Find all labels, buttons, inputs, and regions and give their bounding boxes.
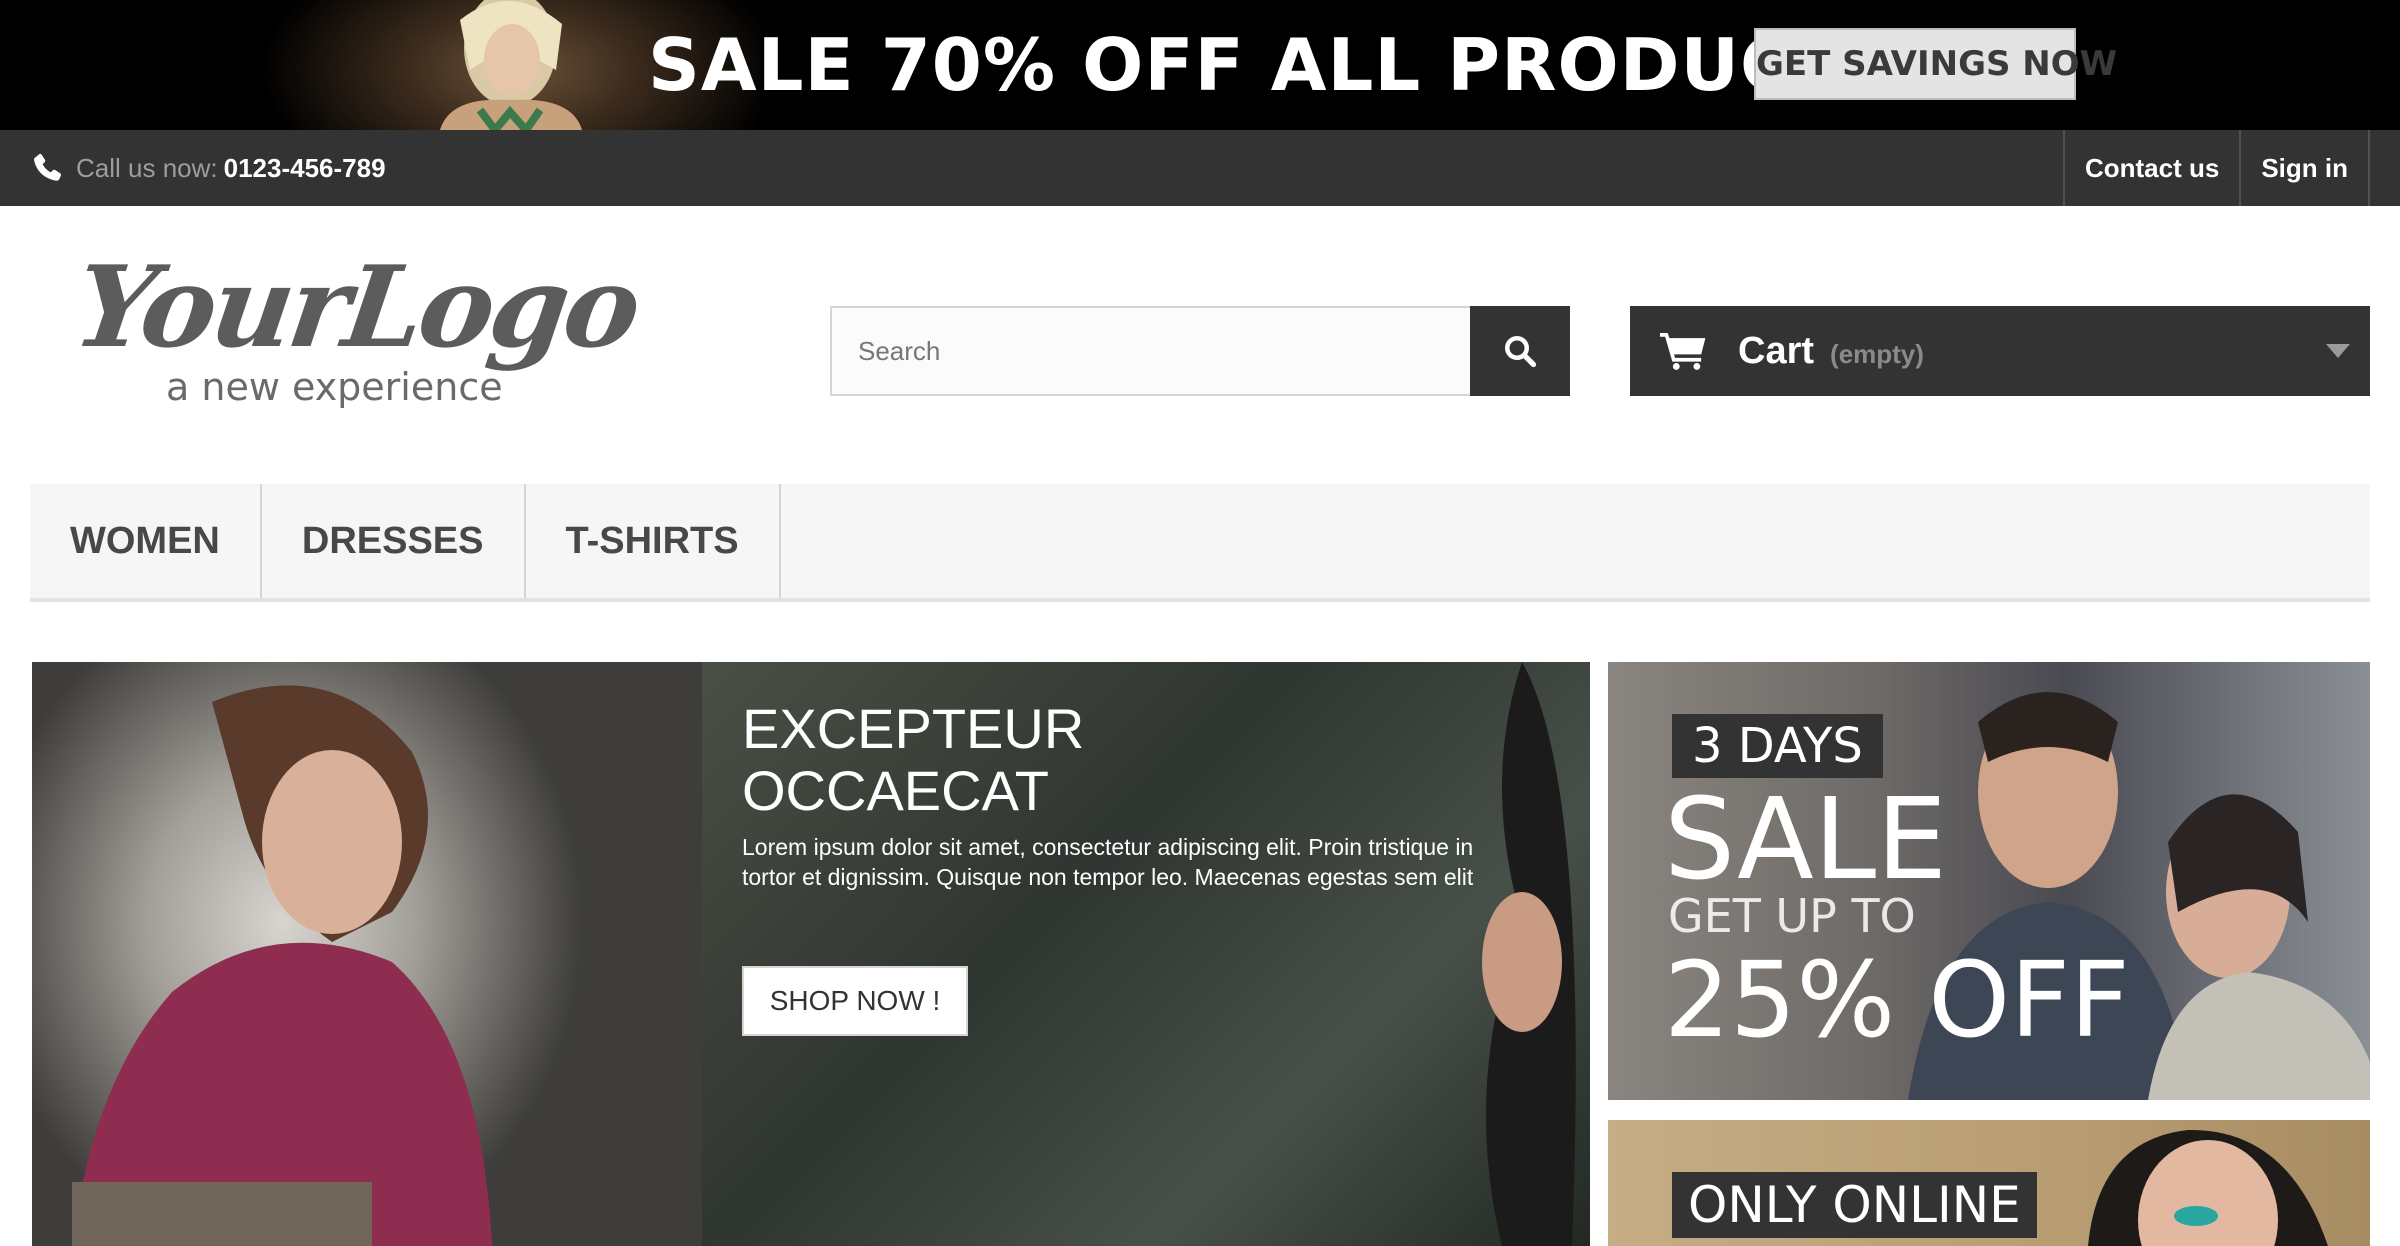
main-menu: WOMEN DRESSES T-SHIRTS (30, 484, 2370, 602)
call-us: Call us now: 0123-456-789 (30, 130, 386, 206)
slide-title: EXCEPTEUR OCCAECAT (742, 697, 1085, 822)
promo-headline: SALE 70% OFF ALL PRODUCTS (648, 23, 1897, 107)
menu-item-women[interactable]: WOMEN (30, 484, 262, 598)
phone-icon (34, 153, 62, 181)
online-badge: ONLY ONLINE (1672, 1172, 2037, 1238)
search-button[interactable] (1470, 306, 1570, 396)
search-icon (1505, 336, 1537, 368)
search-bar (830, 306, 1570, 396)
sale-offer: 25% OFF (1664, 939, 2130, 1061)
sale-subline: GET UP TO (1668, 889, 1916, 943)
sale-headline: SALE (1664, 775, 1947, 905)
sale-duration-badge: 3 DAYS (1672, 714, 1883, 778)
cart-label: Cart (1738, 329, 1815, 372)
promo-banner[interactable]: SALE 70% OFF ALL PRODUCTS GET SAVINGS NO… (0, 0, 2400, 130)
menu-item-dresses[interactable]: DRESSES (262, 484, 526, 598)
shop-now-button[interactable]: SHOP NOW ! (742, 966, 968, 1036)
slide-model-image (32, 662, 702, 1246)
sign-in-link[interactable]: Sign in (2239, 130, 2370, 206)
get-savings-button[interactable]: GET SAVINGS NOW (1754, 28, 2117, 100)
slide-description: Lorem ipsum dolor sit amet, consectetur … (742, 834, 1474, 890)
caret-down-icon (2326, 344, 2350, 358)
search-input[interactable] (830, 306, 1470, 396)
cart-icon (1660, 333, 1706, 370)
promo-model-image (440, 0, 582, 130)
sale-banner[interactable]: 3 DAYS SALE GET UP TO 25% OFF (1608, 662, 2370, 1100)
online-banner[interactable]: ONLY ONLINE (1608, 1120, 2370, 1246)
site-logo[interactable]: YourLogo a new experience (80, 250, 650, 420)
model-figure (72, 685, 492, 1246)
contact-us-link[interactable]: Contact us (2062, 130, 2239, 206)
call-label: Call us now: (76, 152, 218, 183)
homepage-slider: EXCEPTEUR OCCAECAT Lorem ipsum dolor sit… (32, 662, 1590, 1246)
cart-button[interactable]: Cart (empty) (1630, 306, 2370, 396)
cart-status: (empty) (1830, 338, 1924, 369)
phone-number: 0123-456-789 (223, 152, 386, 183)
logo-tagline: a new experience (166, 365, 503, 409)
user-links: Contact us Sign in (2062, 130, 2370, 206)
menu-item-t-shirts[interactable]: T-SHIRTS (526, 484, 781, 598)
top-nav: Call us now: 0123-456-789 Contact us Sig… (0, 130, 2400, 206)
logo-title: YourLogo (80, 250, 646, 373)
